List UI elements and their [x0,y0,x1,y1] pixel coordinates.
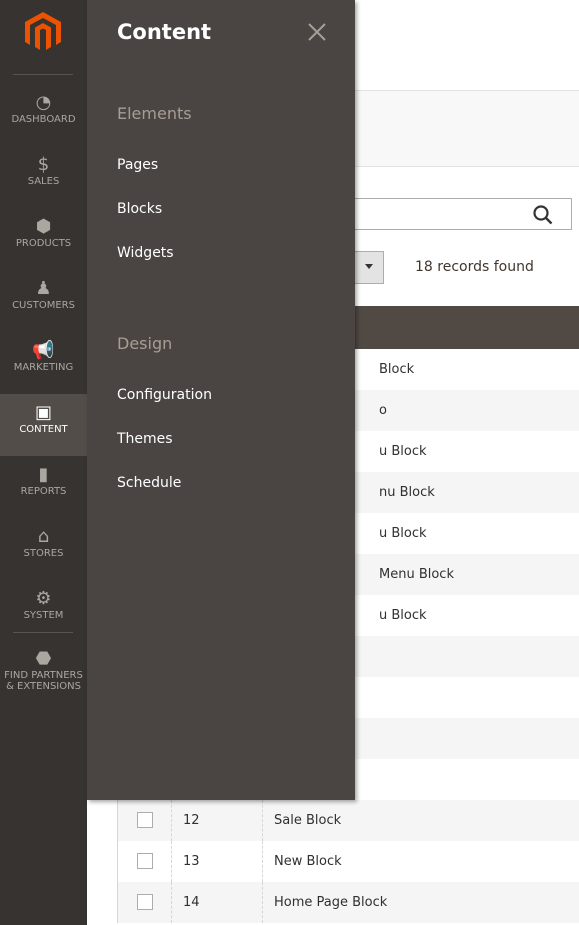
content-flyout-menu: Content Elements Pages Blocks Widgets De… [87,0,355,800]
bar-chart-icon: ▮ [38,464,49,485]
sidebar-item-stores[interactable]: ⌂ STORES [0,518,87,580]
sidebar-item-label: FIND PARTNERS & EXTENSIONS [4,670,83,692]
row-title-fragment: Block [379,362,415,377]
person-icon: ♟ [35,278,52,299]
sidebar-item-customers[interactable]: ♟ CUSTOMERS [0,270,87,332]
menu-item-widgets[interactable]: Widgets [117,245,174,261]
divider [13,632,73,633]
row-id: 13 [171,841,262,882]
close-icon[interactable] [307,22,327,42]
menu-item-pages[interactable]: Pages [117,157,158,173]
menu-item-schedule[interactable]: Schedule [117,475,181,491]
sidebar-item-label: STORES [23,548,64,559]
table-row[interactable]: 14 Home Page Block [117,882,579,923]
sidebar-item-label: SALES [27,176,60,187]
sidebar-item-products[interactable]: ⬢ PRODUCTS [0,208,87,270]
section-design: Design [117,334,173,353]
sidebar-item-dashboard[interactable]: ◔ DASHBOARD [0,84,87,146]
row-title-fragment: u Block [379,608,427,623]
divider [13,74,73,75]
flyout-title: Content [117,20,212,44]
gear-icon: ⚙ [35,588,52,609]
sidebar-item-reports[interactable]: ▮ REPORTS [0,456,87,518]
row-title: New Block [262,841,342,882]
sidebar-item-find[interactable]: ⬣ FIND PARTNERS & EXTENSIONS [0,640,87,702]
row-title: Sale Block [262,800,341,841]
dashboard-icon: ◔ [35,92,52,113]
row-checkbox[interactable] [137,894,153,910]
row-checkbox[interactable] [137,853,153,869]
layout-icon: ▣ [34,402,52,423]
row-id: 14 [171,882,262,923]
magento-logo[interactable] [25,12,61,52]
menu-item-blocks[interactable]: Blocks [117,201,162,217]
search-icon[interactable] [533,205,553,225]
table-row[interactable]: 13 New Block [117,841,579,882]
row-title-fragment: o [379,403,387,418]
sidebar-item-label: CUSTOMERS [12,300,75,311]
sidebar-item-label: MARKETING [13,362,74,373]
row-title-fragment: Menu Block [379,567,454,582]
records-found: 18 records found [415,259,534,275]
box-icon: ⬢ [35,216,52,237]
sidebar-item-content[interactable]: ▣ CONTENT [0,394,87,456]
row-title-fragment: u Block [379,444,427,459]
megaphone-icon: 📢 [32,340,55,361]
menu-item-themes[interactable]: Themes [117,431,173,447]
section-elements: Elements [117,104,192,123]
menu-item-configuration[interactable]: Configuration [117,387,212,403]
row-title-fragment: nu Block [379,485,435,500]
sidebar-item-label: CONTENT [19,424,68,435]
sidebar-item-marketing[interactable]: 📢 MARKETING [0,332,87,394]
row-title: Home Page Block [262,882,387,923]
dollar-icon: $ [37,154,50,175]
sidebar-item-label: SYSTEM [23,610,64,621]
storefront-icon: ⌂ [37,526,50,547]
row-title-fragment: u Block [379,526,427,541]
sidebar-item-label: REPORTS [20,486,67,497]
sidebar-item-sales[interactable]: $ SALES [0,146,87,208]
sidebar-item-label: PRODUCTS [15,238,72,249]
row-checkbox[interactable] [137,812,153,828]
admin-sidebar: ◔ DASHBOARD $ SALES ⬢ PRODUCTS ♟ CUSTOMERS 📢 MARK… [0,0,87,925]
row-id: 12 [171,800,262,841]
blocks-icon: ⬣ [35,648,52,669]
sidebar-item-label: DASHBOARD [11,114,76,125]
caret-down-icon [365,264,373,269]
table-row[interactable]: 12 Sale Block [117,800,579,841]
